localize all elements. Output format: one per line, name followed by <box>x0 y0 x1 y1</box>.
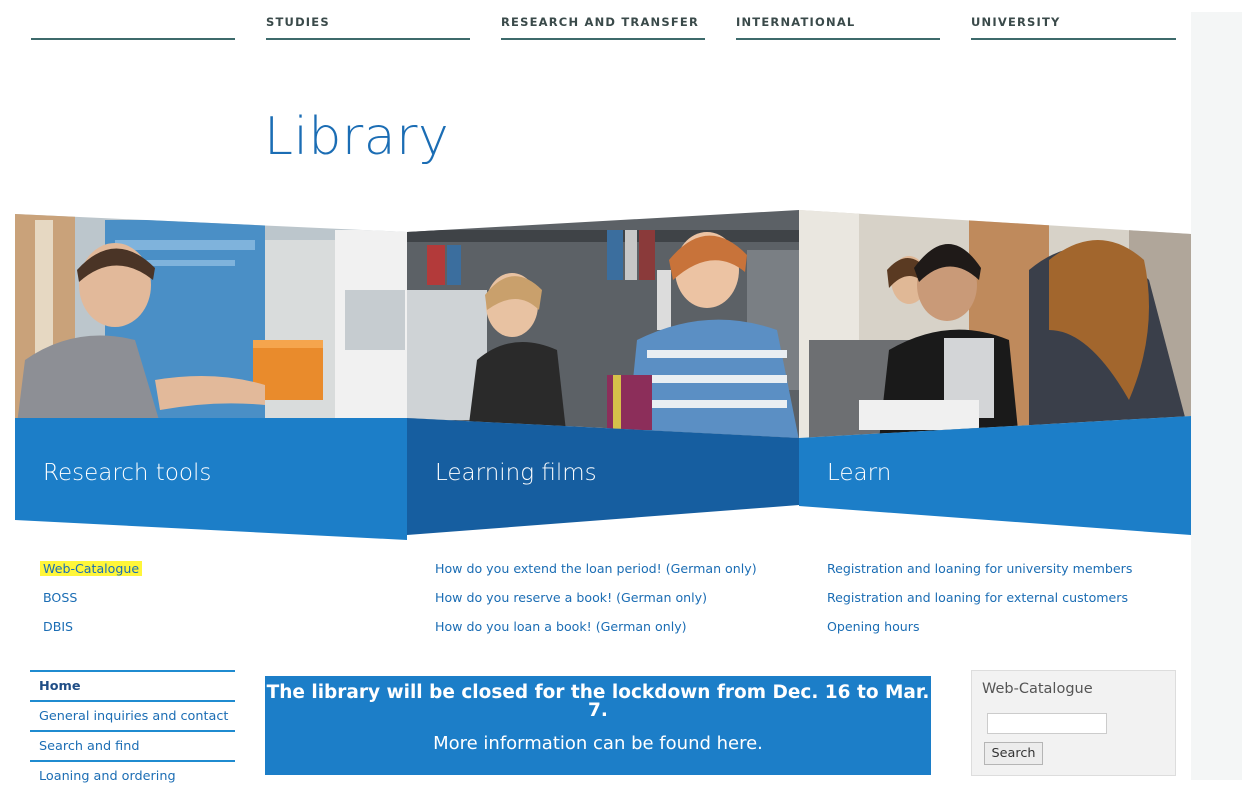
nav-item-research-and-transfer[interactable]: RESEARCH AND TRANSFER <box>501 0 705 40</box>
notice-more-info: More information can be found here. <box>433 733 763 754</box>
nav-underline <box>31 38 235 40</box>
research-tools-links: Web-Catalogue BOSS DBIS <box>40 561 143 649</box>
nav-underline <box>736 38 940 40</box>
link-loan-book[interactable]: How do you loan a book! (German only) <box>435 620 757 634</box>
sidebar-navigation: Home General inquiries and contact Searc… <box>30 670 235 790</box>
nav-item-international[interactable]: INTERNATIONAL <box>736 0 940 40</box>
link-registration-external-customers[interactable]: Registration and loaning for external cu… <box>827 591 1132 605</box>
learning-films-links: How do you extend the loan period! (Germ… <box>435 562 757 649</box>
link-opening-hours[interactable]: Opening hours <box>827 620 1132 634</box>
web-catalogue-title: Web-Catalogue <box>982 681 1093 697</box>
top-navigation: STUDIES RESEARCH AND TRANSFER INTERNATIO… <box>0 0 1242 40</box>
nav-item-studies[interactable]: STUDIES <box>266 0 470 40</box>
student-writing-at-laptop-photo <box>799 210 1191 535</box>
tile-research-tools[interactable]: Research tools <box>15 210 407 540</box>
learn-links: Registration and loaning for university … <box>827 562 1132 649</box>
tile-title: Research tools <box>43 460 212 486</box>
link-extend-loan-period[interactable]: How do you extend the loan period! (Germ… <box>435 562 757 576</box>
nav-underline <box>971 38 1176 40</box>
sidebar-item-loaning-and-ordering[interactable]: Loaning and ordering <box>30 760 235 790</box>
students-with-books-photo <box>407 210 799 535</box>
tile-title: Learn <box>827 460 892 486</box>
nav-item-label: UNIVERSITY <box>971 15 1061 29</box>
web-catalogue-search-box: Web-Catalogue Search <box>971 670 1176 776</box>
link-web-catalogue[interactable]: Web-Catalogue <box>40 561 143 576</box>
tile-title: Learning films <box>435 460 597 486</box>
sidebar-item-search-and-find[interactable]: Search and find <box>30 730 235 760</box>
sidebar-item-home[interactable]: Home <box>30 670 235 700</box>
tile-learn[interactable]: Learn <box>799 210 1191 540</box>
web-catalogue-search-input[interactable] <box>987 713 1107 734</box>
sidebar-item-general-inquiries[interactable]: General inquiries and contact <box>30 700 235 730</box>
page-title: Library <box>264 107 450 167</box>
nav-underline <box>501 38 705 40</box>
link-boss[interactable]: BOSS <box>43 591 142 605</box>
nav-item-university[interactable]: UNIVERSITY <box>971 0 1176 40</box>
nav-underline <box>266 38 470 40</box>
link-registration-university-members[interactable]: Registration and loaning for university … <box>827 562 1132 576</box>
student-at-bookshelf-photo <box>15 214 407 540</box>
nav-item-label: INTERNATIONAL <box>736 15 856 29</box>
link-dbis[interactable]: DBIS <box>43 620 142 634</box>
nav-item-label: RESEARCH AND TRANSFER <box>501 15 700 29</box>
link-reserve-book[interactable]: How do you reserve a book! (German only) <box>435 591 757 605</box>
tile-learning-films[interactable]: Learning films <box>407 210 799 540</box>
notice-headline: The library will be closed for the lockd… <box>266 682 930 721</box>
web-catalogue-search-button[interactable]: Search <box>984 742 1043 765</box>
lockdown-notice[interactable]: The library will be closed for the lockd… <box>265 676 931 775</box>
nav-item-placeholder[interactable] <box>31 0 235 40</box>
page-gutter <box>1191 12 1242 780</box>
nav-item-label: STUDIES <box>266 15 330 29</box>
